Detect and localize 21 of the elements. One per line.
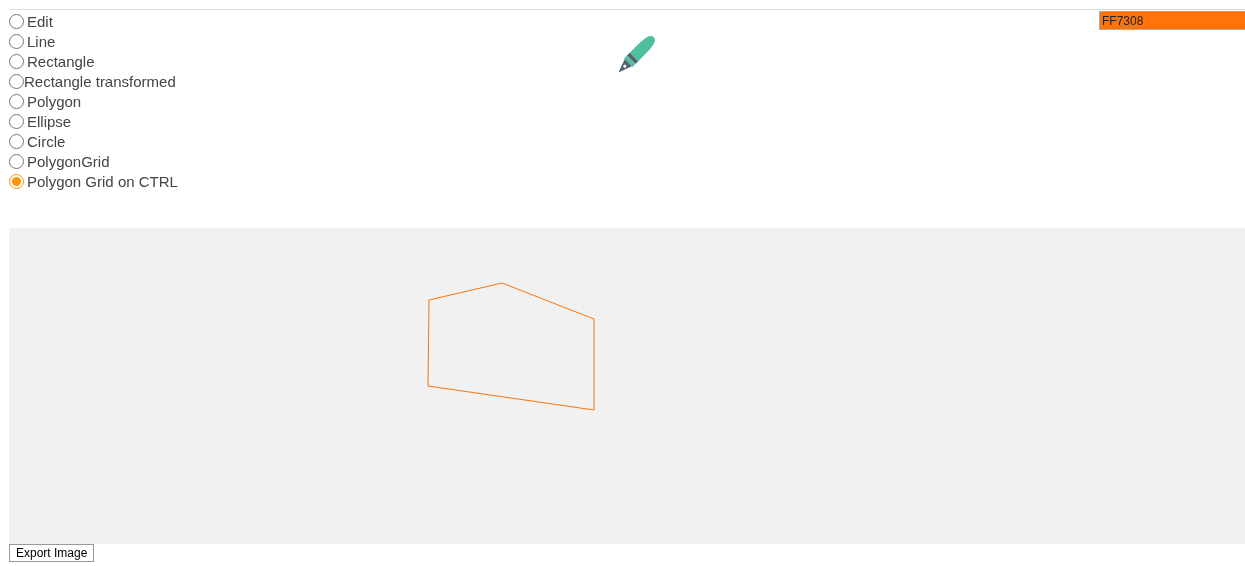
- tool-radio-option[interactable]: Rectangle: [8, 52, 95, 70]
- color-field[interactable]: FF7308: [1099, 11, 1245, 30]
- radio-button-icon[interactable]: [9, 173, 24, 189]
- radio-button-icon[interactable]: [9, 13, 24, 29]
- tool-radio-option[interactable]: Rectangle transformed: [8, 72, 176, 90]
- tool-radio-option[interactable]: Polygon: [8, 92, 82, 110]
- export-image-button[interactable]: Export Image: [9, 544, 95, 562]
- radio-button-icon[interactable]: [9, 153, 24, 169]
- tool-radio-option[interactable]: Edit: [8, 12, 53, 30]
- tool-radio-option[interactable]: Polygon Grid on CTRL: [8, 172, 178, 190]
- radio-button-icon[interactable]: [9, 73, 24, 89]
- radio-button-icon[interactable]: [9, 113, 24, 129]
- tool-radio-option[interactable]: Ellipse: [8, 112, 72, 130]
- tool-radio-option[interactable]: Line: [8, 32, 56, 50]
- radio-button-icon[interactable]: [9, 93, 24, 109]
- radio-button-icon[interactable]: [9, 33, 24, 49]
- tool-radio-option[interactable]: PolygonGrid: [8, 152, 110, 170]
- tool-radio-option[interactable]: Circle: [8, 132, 66, 150]
- polygon-drawing[interactable]: [427, 282, 595, 411]
- radio-button-icon[interactable]: [9, 133, 24, 149]
- radio-button-icon[interactable]: [9, 53, 24, 69]
